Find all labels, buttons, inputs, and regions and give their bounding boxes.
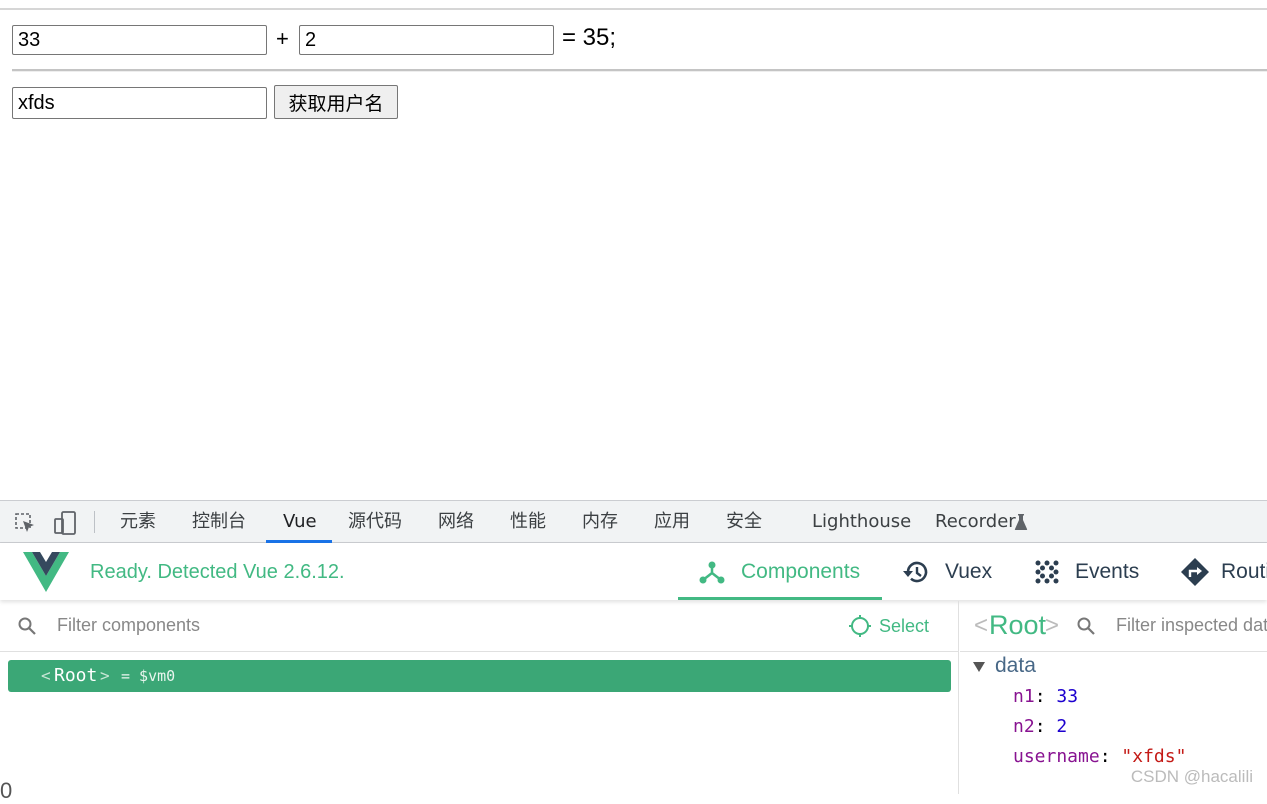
collapse-triangle-icon[interactable] xyxy=(972,660,986,679)
tab-router[interactable]: Routi xyxy=(1221,543,1267,600)
top-border xyxy=(0,8,1267,10)
field-value: "xfds" xyxy=(1121,746,1187,767)
root-open-bracket: < xyxy=(41,666,51,685)
n2-input[interactable] xyxy=(299,25,554,55)
n1-input[interactable] xyxy=(12,25,267,55)
tab-application[interactable]: 应用 xyxy=(654,501,690,543)
get-username-button[interactable]: 获取用户名 xyxy=(274,85,398,119)
tab-vuex[interactable]: Vuex xyxy=(945,543,992,600)
sum-result: = 35; xyxy=(562,24,617,51)
tab-console[interactable]: 控制台 xyxy=(192,501,246,543)
root-component-name: Root xyxy=(54,665,98,686)
tab-lighthouse[interactable]: Lighthouse xyxy=(812,501,911,543)
data-section-label[interactable]: data xyxy=(995,654,1036,678)
devtools-tabbar: 元素 控制台 Vue 源代码 网络 性能 内存 应用 安全 Lighthouse… xyxy=(0,500,1267,543)
tab-network[interactable]: 网络 xyxy=(438,501,474,543)
root-vm-ref: = $vm0 xyxy=(121,667,176,685)
flask-icon xyxy=(1014,513,1028,536)
select-target-icon[interactable] xyxy=(848,614,872,643)
inspector-close-bracket: > xyxy=(1045,612,1060,639)
inspector-search-icon xyxy=(1076,616,1096,641)
components-icon xyxy=(698,558,726,591)
tab-elements[interactable]: 元素 xyxy=(120,501,156,543)
vue-logo-icon xyxy=(23,552,69,597)
tab-memory[interactable]: 内存 xyxy=(582,501,618,543)
select-button[interactable]: Select xyxy=(879,616,929,637)
history-icon xyxy=(901,557,931,592)
tab-components[interactable]: Components xyxy=(741,543,860,600)
tab-sources[interactable]: 源代码 xyxy=(348,501,402,543)
left-edge-glyph: 0 xyxy=(0,778,13,803)
root-component-row[interactable]: < Root > = $vm0 xyxy=(8,660,951,692)
watermark: CSDN @hacalili xyxy=(1130,767,1253,786)
field-key: n2 xyxy=(1013,716,1035,737)
vue-devtools-header: Ready. Detected Vue 2.6.12. Components V… xyxy=(0,543,1267,600)
device-toolbar-icon[interactable] xyxy=(53,510,77,541)
inspector-header: < Root > Filter inspected dat xyxy=(960,601,1267,652)
router-icon xyxy=(1180,557,1210,592)
tab-security[interactable]: 安全 xyxy=(726,501,762,543)
username-input[interactable] xyxy=(12,87,267,119)
data-field-n1[interactable]: n1: 33 xyxy=(1013,686,1078,707)
inspector-open-bracket: < xyxy=(974,612,989,639)
tab-vue[interactable]: Vue xyxy=(283,501,317,543)
field-value: 33 xyxy=(1056,686,1079,707)
tab-recorder[interactable]: Recorder xyxy=(935,501,1016,543)
data-field-username[interactable]: username: "xfds" xyxy=(1013,746,1186,767)
field-key: username xyxy=(1013,746,1100,767)
horizontal-rule xyxy=(12,69,1267,72)
data-field-n2[interactable]: n2: 2 xyxy=(1013,716,1067,737)
vue-active-tab-indicator xyxy=(678,597,882,600)
tab-events[interactable]: Events xyxy=(1075,543,1139,600)
inspect-element-icon[interactable] xyxy=(14,512,36,539)
events-icon xyxy=(1034,559,1060,590)
filter-components-input[interactable]: Filter components xyxy=(57,615,200,636)
vue-status: Ready. Detected Vue 2.6.12. xyxy=(90,561,345,583)
field-key: n1 xyxy=(1013,686,1035,707)
toolbar-separator xyxy=(94,511,95,533)
pane-divider[interactable] xyxy=(958,601,959,794)
component-filter-bar: Filter components Select xyxy=(0,601,958,652)
inspector-title: Root xyxy=(989,610,1047,640)
field-value: 2 xyxy=(1056,716,1068,737)
tab-performance[interactable]: 性能 xyxy=(510,501,546,543)
search-icon xyxy=(17,616,37,641)
filter-inspected-input[interactable]: Filter inspected dat xyxy=(1116,615,1267,636)
root-close-bracket: > xyxy=(100,666,110,685)
plus-sign: + xyxy=(276,26,289,51)
